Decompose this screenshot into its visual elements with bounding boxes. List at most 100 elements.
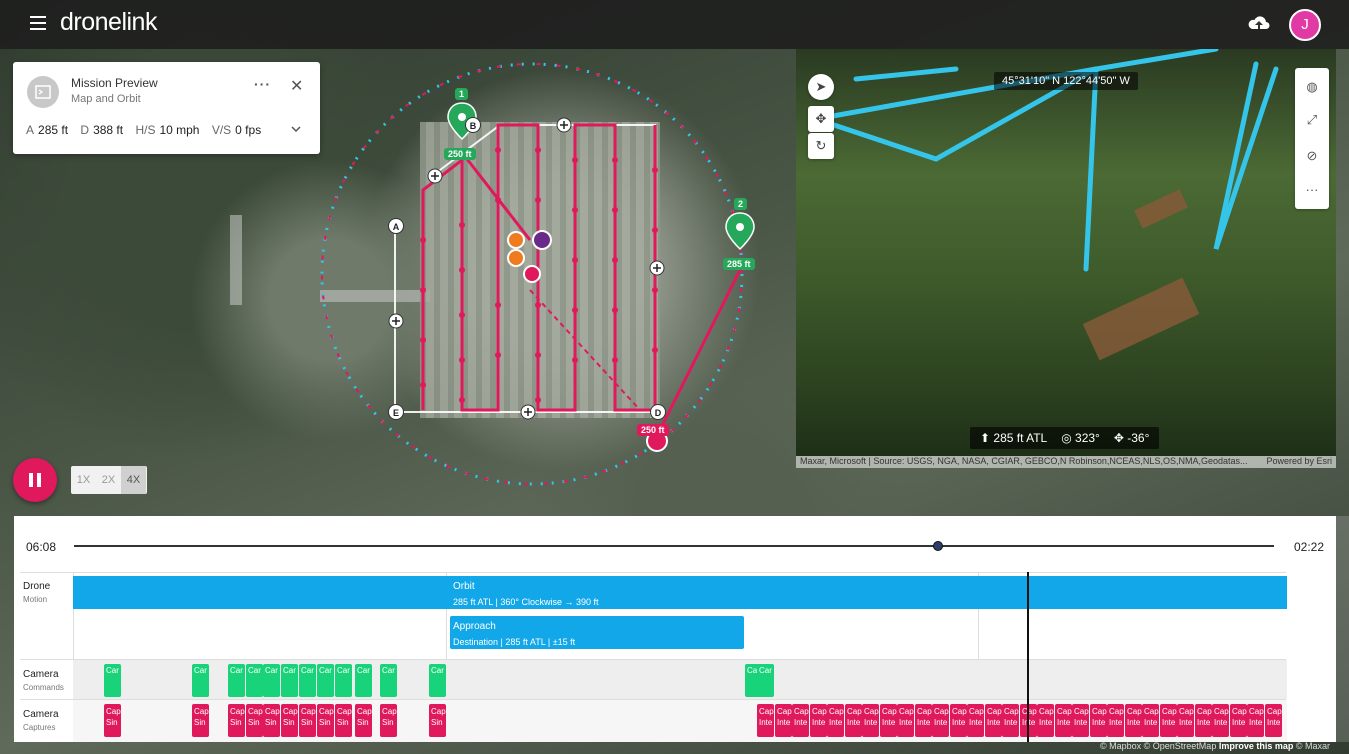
orbit-block[interactable]: Orbit 285 ft ATL | 360° Clockwise → 390 … [73, 576, 1287, 609]
camera-capture-block[interactable]: CapInte [1212, 704, 1229, 737]
camera-capture-block[interactable]: CapInte [1107, 704, 1124, 737]
mission-title: Mission Preview [71, 76, 158, 90]
camera-capture-block[interactable]: CapInte [1037, 704, 1054, 737]
playhead[interactable] [1027, 572, 1029, 742]
waypoint-marker[interactable]: D [650, 404, 666, 420]
camera-capture-block[interactable]: Cap Sin [246, 704, 263, 737]
top-bar: dronelink J [0, 0, 1349, 49]
camera-command-block[interactable]: Car [380, 664, 397, 697]
camera-capture-block[interactable]: Cap Sin [355, 704, 372, 737]
camera-capture-block[interactable]: CapInte [1195, 704, 1212, 737]
camera-capture-block[interactable]: CapInte [1160, 704, 1177, 737]
camera-capture-block[interactable]: CapInte [985, 704, 1002, 737]
camera-capture-block[interactable]: CapInte [757, 704, 774, 737]
remaining-time: 02:22 [1294, 540, 1325, 554]
camera-capture-block[interactable]: CapInte [880, 704, 897, 737]
scrubber-handle[interactable] [933, 541, 943, 551]
pin-number-label: 2 [734, 198, 748, 210]
powered-by-label: Powered by Esri [1266, 456, 1332, 466]
camera-capture-block[interactable]: CapInte [1177, 704, 1194, 737]
camera-capture-block[interactable]: CapInte [862, 704, 879, 737]
gimbal-value: -36° [1127, 431, 1150, 445]
camera-capture-block[interactable]: Cap Sin [335, 704, 352, 737]
rotate-icon[interactable]: ↻ [808, 133, 834, 159]
camera-capture-block[interactable]: CapInte [1072, 704, 1089, 737]
camera-command-block[interactable]: Car [281, 664, 298, 697]
waypoint-marker[interactable]: E [388, 404, 404, 420]
camera-capture-block[interactable]: Cap Sin [104, 704, 121, 737]
camera-capture-block[interactable]: CapInte [827, 704, 844, 737]
camera-capture-block[interactable]: CapInte [1265, 704, 1282, 737]
pause-button[interactable] [13, 458, 57, 502]
camera-capture-block[interactable]: CapInte [932, 704, 949, 737]
scrubber-track[interactable] [74, 545, 1274, 547]
camera-capture-block[interactable]: CapInte [1247, 704, 1264, 737]
3d-preview-panel[interactable] [796, 49, 1336, 468]
improve-map-link[interactable]: Improve this map [1219, 741, 1294, 751]
camera-command-block[interactable]: Car [429, 664, 446, 697]
camera-capture-block[interactable]: CapInte [897, 704, 914, 737]
compass-icon[interactable]: ➤ [808, 74, 834, 100]
camera-capture-block[interactable]: CapInte [1142, 704, 1159, 737]
waypoint-marker[interactable]: A [388, 218, 404, 234]
lane-sub: Commands [23, 683, 64, 692]
speed-option-4x[interactable]: 4X [121, 466, 146, 494]
camera-capture-block[interactable]: Cap Sin [228, 704, 245, 737]
expand-icon[interactable]: ⤢ [1303, 111, 1321, 129]
camera-capture-block[interactable]: Cap Sin [263, 704, 280, 737]
close-icon[interactable]: ✕ [290, 76, 303, 96]
camera-command-block[interactable]: Car [317, 664, 334, 697]
camera-capture-block[interactable]: Cap Sin [299, 704, 316, 737]
camera-command-block[interactable]: Car [192, 664, 209, 697]
stat-value: 0 fps [235, 123, 262, 137]
user-avatar[interactable]: J [1289, 9, 1321, 41]
approach-block[interactable]: Approach Destination | 285 ft ATL | ±15 … [450, 616, 744, 649]
camera-command-block[interactable]: Car [299, 664, 316, 697]
camera-capture-block[interactable]: CapInte [775, 704, 792, 737]
camera-command-block[interactable]: Car [263, 664, 280, 697]
camera-capture-block[interactable]: CapInte [1230, 704, 1247, 737]
camera-capture-block[interactable]: CapInte [967, 704, 984, 737]
camera-command-block[interactable]: Car [104, 664, 121, 697]
app-logo[interactable]: dronelink [60, 8, 157, 37]
camera-command-block[interactable]: Car [228, 664, 245, 697]
camera-capture-block[interactable]: Cap Sin [380, 704, 397, 737]
camera-capture-block[interactable]: Cap Sin [192, 704, 209, 737]
speed-option-1x[interactable]: 1X [71, 466, 96, 494]
disable-icon[interactable]: ⊘ [1303, 147, 1321, 165]
timeline-scrollbar[interactable] [1336, 516, 1349, 742]
lane-name: Drone [23, 581, 51, 592]
camera-capture-block[interactable]: Cap Sin [317, 704, 334, 737]
camera-capture-block[interactable]: CapInte [1125, 704, 1142, 737]
camera-command-block[interactable]: Car [246, 664, 263, 697]
cloud-upload-icon[interactable] [1247, 13, 1271, 35]
3d-view-toolbar: ◍ ⤢ ⊘ ··· [1295, 68, 1329, 209]
waypoint-marker[interactable]: B [465, 117, 481, 133]
stat-value: 285 ft [38, 123, 69, 137]
timeline-panel: 06:08 02:22 Drone Motion Camera Commands… [14, 516, 1336, 742]
stat-value: 10 mph [159, 123, 200, 137]
camera-capture-block[interactable]: CapInte [1002, 704, 1019, 737]
camera-capture-block[interactable]: CapInte [810, 704, 827, 737]
camera-command-block[interactable]: Car [757, 664, 774, 697]
lane-sub: Captures [23, 723, 56, 732]
camera-capture-block[interactable]: CapInte [1055, 704, 1072, 737]
pin-number-label: 1 [455, 88, 469, 100]
pan-icon[interactable]: ✥ [808, 106, 834, 132]
hamburger-menu-icon[interactable] [30, 16, 46, 30]
hide-icon[interactable]: ◍ [1303, 78, 1321, 96]
camera-capture-block[interactable]: Cap Sin [281, 704, 298, 737]
camera-command-block[interactable]: Car [355, 664, 372, 697]
more-options-icon[interactable]: ··· [254, 76, 271, 92]
camera-capture-block[interactable]: CapInte [915, 704, 932, 737]
camera-capture-block[interactable]: CapInte [1090, 704, 1107, 737]
camera-capture-block[interactable]: CapInte [845, 704, 862, 737]
camera-capture-block[interactable]: Cap Sin [429, 704, 446, 737]
more-options-icon[interactable]: ··· [1303, 181, 1321, 199]
camera-capture-block[interactable]: CapInte [792, 704, 809, 737]
camera-command-block[interactable]: Car [335, 664, 352, 697]
speed-option-2x[interactable]: 2X [96, 466, 121, 494]
camera-capture-block[interactable]: CapInte [950, 704, 967, 737]
mission-subtitle: Map and Orbit [71, 93, 141, 105]
chevron-down-icon[interactable] [291, 124, 301, 134]
